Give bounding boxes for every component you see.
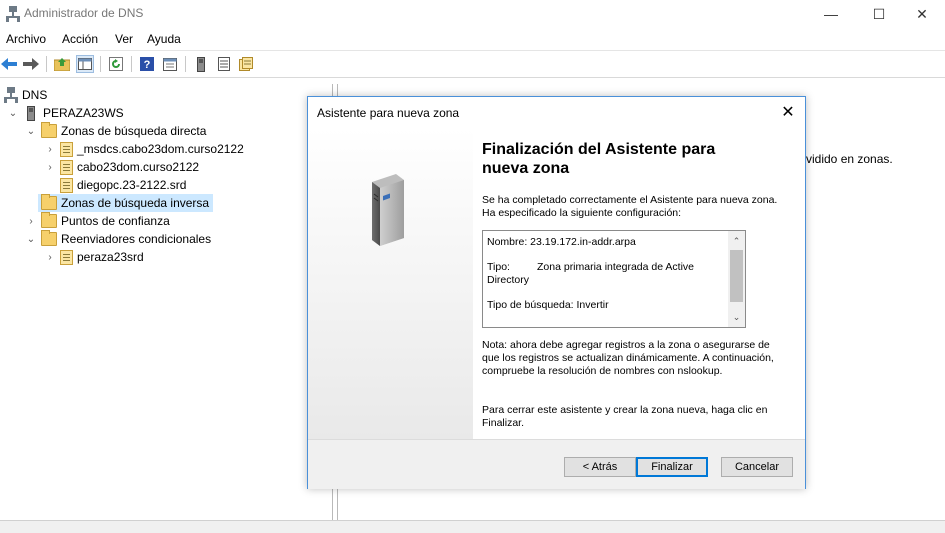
tree-node-peraza23srd[interactable]: › peraza23srd: [44, 248, 144, 266]
chevron-right-icon[interactable]: ›: [44, 140, 56, 158]
show-hide-console-tree-icon[interactable]: [76, 55, 94, 73]
dns-manager-icon: [6, 6, 20, 22]
chevron-down-icon[interactable]: ⌄: [25, 122, 37, 140]
refresh-icon[interactable]: [107, 55, 125, 73]
tree-node-server[interactable]: ⌄ PERAZA23WS: [7, 104, 124, 122]
server-icon: [27, 105, 35, 121]
finish-button[interactable]: Finalizar: [636, 457, 708, 477]
toolbar: ?: [0, 50, 945, 78]
window-title: Administrador de DNS: [24, 6, 144, 20]
tree-node-diegopc-zone[interactable]: diegopc.23-2122.srd: [44, 176, 186, 194]
menu-ver[interactable]: Ver: [115, 32, 133, 46]
summary-lookup-line: Tipo de búsqueda: Invertir: [487, 299, 609, 311]
chevron-down-icon[interactable]: ⌄: [25, 230, 37, 248]
properties-icon[interactable]: [161, 55, 179, 73]
wizard-intro-text: Se ha completado correctamente el Asiste…: [482, 194, 778, 219]
toolbar-separator: [185, 56, 186, 72]
tree-node-label: PERAZA23WS: [43, 106, 124, 120]
wizard-heading-line2: nueva zona: [482, 160, 570, 177]
tree-node-forward-lookup-zones[interactable]: ⌄ Zonas de búsqueda directa: [25, 122, 206, 140]
wizard-button-bar: < Atrás Finalizar Cancelar: [308, 439, 805, 489]
wizard-note-text: Nota: ahora debe agregar registros a la …: [482, 339, 774, 377]
close-window-button[interactable]: ✕: [899, 0, 945, 28]
scroll-down-icon[interactable]: ⌄: [728, 309, 745, 325]
summary-type-value-2: Directory: [487, 274, 530, 286]
svg-text:?: ?: [144, 59, 151, 71]
wizard-side-panel: [308, 128, 473, 439]
zone-icon: [60, 177, 73, 193]
tree-node-label: Zonas de búsqueda directa: [61, 124, 207, 138]
chevron-down-icon[interactable]: ⌄: [7, 104, 19, 122]
scroll-up-icon[interactable]: ⌃: [728, 233, 745, 249]
close-icon[interactable]: ✕: [771, 97, 805, 127]
back-arrow-icon[interactable]: [0, 55, 18, 73]
title-bar: Administrador de DNS — ☐ ✕: [0, 0, 945, 28]
tree-node-cabo23dom-zone[interactable]: › cabo23dom.curso2122: [44, 158, 199, 176]
minimize-button[interactable]: —: [808, 0, 854, 28]
forward-arrow-icon[interactable]: [22, 55, 40, 73]
toolbar-separator: [46, 56, 47, 72]
summary-scrollbar[interactable]: ⌃ ⌄: [728, 231, 745, 327]
zone-icon: [60, 249, 73, 265]
zone-icon: [60, 159, 73, 175]
menu-accion[interactable]: Acción: [62, 32, 98, 46]
scroll-thumb[interactable]: [730, 250, 743, 302]
console-tree-pane: DNS ⌄ PERAZA23WS ⌄ Zonas de búsqueda dir…: [0, 84, 333, 520]
chevron-right-icon[interactable]: ›: [44, 158, 56, 176]
tree-node-label: _msdcs.cabo23dom.curso2122: [77, 142, 244, 156]
tree-node-dns[interactable]: DNS: [4, 86, 47, 104]
summary-name-line: Nombre: 23.19.172.in-addr.arpa: [487, 236, 636, 248]
folder-icon: [41, 122, 57, 138]
zone-icon: [60, 141, 73, 157]
details-text: vidido en zonas.: [806, 152, 893, 166]
tree-node-conditional-forwarders[interactable]: ⌄ Reenviadores condicionales: [25, 230, 211, 248]
wizard-heading: Finalización del Asistente para nueva zo…: [482, 140, 782, 178]
new-zone-wizard-dialog: Asistente para nueva zona ✕ Finalización…: [307, 96, 806, 489]
menu-bar: Archivo Acción Ver Ayuda: [0, 28, 945, 49]
chevron-right-icon[interactable]: ›: [44, 248, 56, 266]
server-icon[interactable]: [192, 55, 210, 73]
cancel-button[interactable]: Cancelar: [721, 457, 793, 477]
list-icon[interactable]: [215, 55, 233, 73]
tree-node-msdcs-zone[interactable]: › _msdcs.cabo23dom.curso2122: [44, 140, 244, 158]
up-folder-icon[interactable]: [53, 55, 71, 73]
wizard-finish-text: Para cerrar este asistente y crear la zo…: [482, 404, 768, 429]
dialog-title-bar: Asistente para nueva zona ✕: [308, 97, 805, 127]
folder-icon: [41, 212, 57, 228]
wizard-heading-line1: Finalización del Asistente para: [482, 141, 716, 158]
dns-icon: [4, 87, 18, 103]
chevron-right-icon[interactable]: ›: [25, 212, 37, 230]
tree-node-label: diegopc.23-2122.srd: [77, 178, 187, 192]
summary-type-label: Tipo:: [487, 261, 510, 273]
zone-icon[interactable]: [237, 55, 255, 73]
folder-icon: [41, 230, 57, 246]
tree-node-reverse-lookup-zones[interactable]: Zonas de búsqueda inversa: [38, 194, 214, 212]
folder-icon: [41, 194, 57, 210]
status-bar: [0, 520, 945, 533]
tree-node-label: DNS: [22, 88, 48, 102]
tree-node-label: Zonas de búsqueda inversa: [61, 196, 210, 210]
tree-node-trust-points[interactable]: › Puntos de confianza: [25, 212, 170, 230]
menu-ayuda[interactable]: Ayuda: [147, 32, 181, 46]
configuration-summary-box[interactable]: Nombre: 23.19.172.in-addr.arpa Tipo: Zon…: [482, 230, 746, 328]
wizard-content: Finalización del Asistente para nueva zo…: [473, 128, 805, 439]
maximize-button[interactable]: ☐: [856, 0, 902, 28]
help-icon[interactable]: ?: [138, 55, 156, 73]
tree-node-label: Puntos de confianza: [61, 214, 170, 228]
server-tower-icon: [372, 174, 404, 246]
back-button[interactable]: < Atrás: [564, 457, 636, 477]
tree-node-label: peraza23srd: [77, 250, 144, 264]
toolbar-separator: [100, 56, 101, 72]
menu-archivo[interactable]: Archivo: [6, 32, 46, 46]
tree-node-label: cabo23dom.curso2122: [77, 160, 200, 174]
summary-type-value-1: Zona primaria integrada de Active: [537, 261, 695, 273]
dialog-title: Asistente para nueva zona: [317, 106, 460, 120]
tree-node-label: Reenviadores condicionales: [61, 232, 212, 246]
toolbar-separator: [131, 56, 132, 72]
